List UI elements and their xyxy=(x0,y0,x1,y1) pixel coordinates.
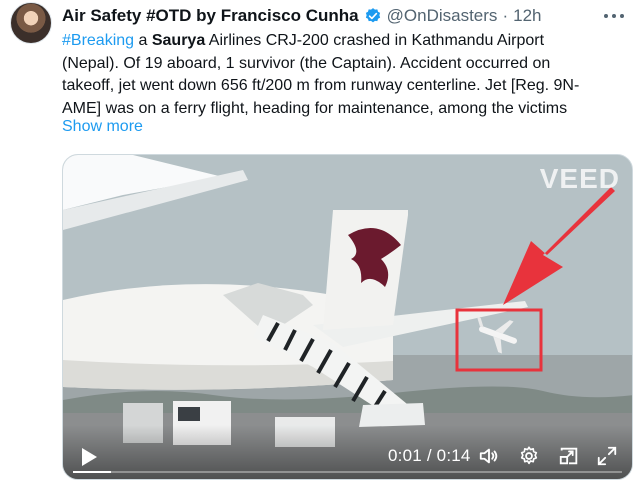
tweet-text: #Breaking a Saurya Airlines CRJ-200 cras… xyxy=(62,30,628,121)
volume-icon[interactable] xyxy=(478,445,500,467)
author-handle[interactable]: @OnDisasters xyxy=(387,6,498,26)
video-controls: 0:01 / 0:14 xyxy=(63,433,632,479)
tweet-text-line-1: #Breaking a Saurya Airlines CRJ-200 cras… xyxy=(62,30,628,53)
current-time: 0:01 xyxy=(388,446,422,465)
tweet-text-line-2: (Nepal). Of 19 aboard, 1 survivor (the C… xyxy=(62,54,551,72)
tweet-text-line-3: takeoff, jet went down 656 ft/200 m from… xyxy=(62,77,580,95)
video-progress-bar[interactable] xyxy=(73,471,622,473)
time-separator: / xyxy=(421,446,437,465)
video-progress-fill xyxy=(73,471,112,473)
play-icon[interactable] xyxy=(79,447,99,467)
show-more-link[interactable]: Show more xyxy=(62,118,143,136)
tweet-text-bold: Saurya xyxy=(151,32,206,49)
video-watermark: VEED xyxy=(539,163,620,194)
more-options-icon[interactable] xyxy=(602,6,626,26)
tweet-timestamp[interactable]: 12h xyxy=(513,6,541,26)
hashtag-link[interactable]: #Breaking xyxy=(62,32,134,49)
picture-in-picture-icon[interactable] xyxy=(558,445,580,467)
separator-dot: · xyxy=(502,6,509,25)
video-time-display: 0:01 / 0:14 xyxy=(388,446,471,466)
verified-badge-icon xyxy=(365,8,380,23)
settings-gear-icon[interactable] xyxy=(518,445,540,467)
video-duration: 0:14 xyxy=(436,446,471,465)
fullscreen-icon[interactable] xyxy=(596,445,618,467)
author-name[interactable]: Air Safety #OTD by Francisco Cunha xyxy=(62,6,359,26)
video-player[interactable]: VEED 0:01 / 0:14 xyxy=(62,154,633,480)
video-frame xyxy=(63,155,632,479)
tweet-header: Air Safety #OTD by Francisco Cunha @OnDi… xyxy=(62,4,600,28)
tweet-text-line-4: AME] was on a ferry flight, heading for … xyxy=(62,100,568,118)
tweet-text-segment: Airlines CRJ-200 crashed in Kathmandu Ai… xyxy=(205,32,545,49)
author-avatar[interactable] xyxy=(10,2,52,44)
tweet-text-segment: a xyxy=(134,32,152,49)
